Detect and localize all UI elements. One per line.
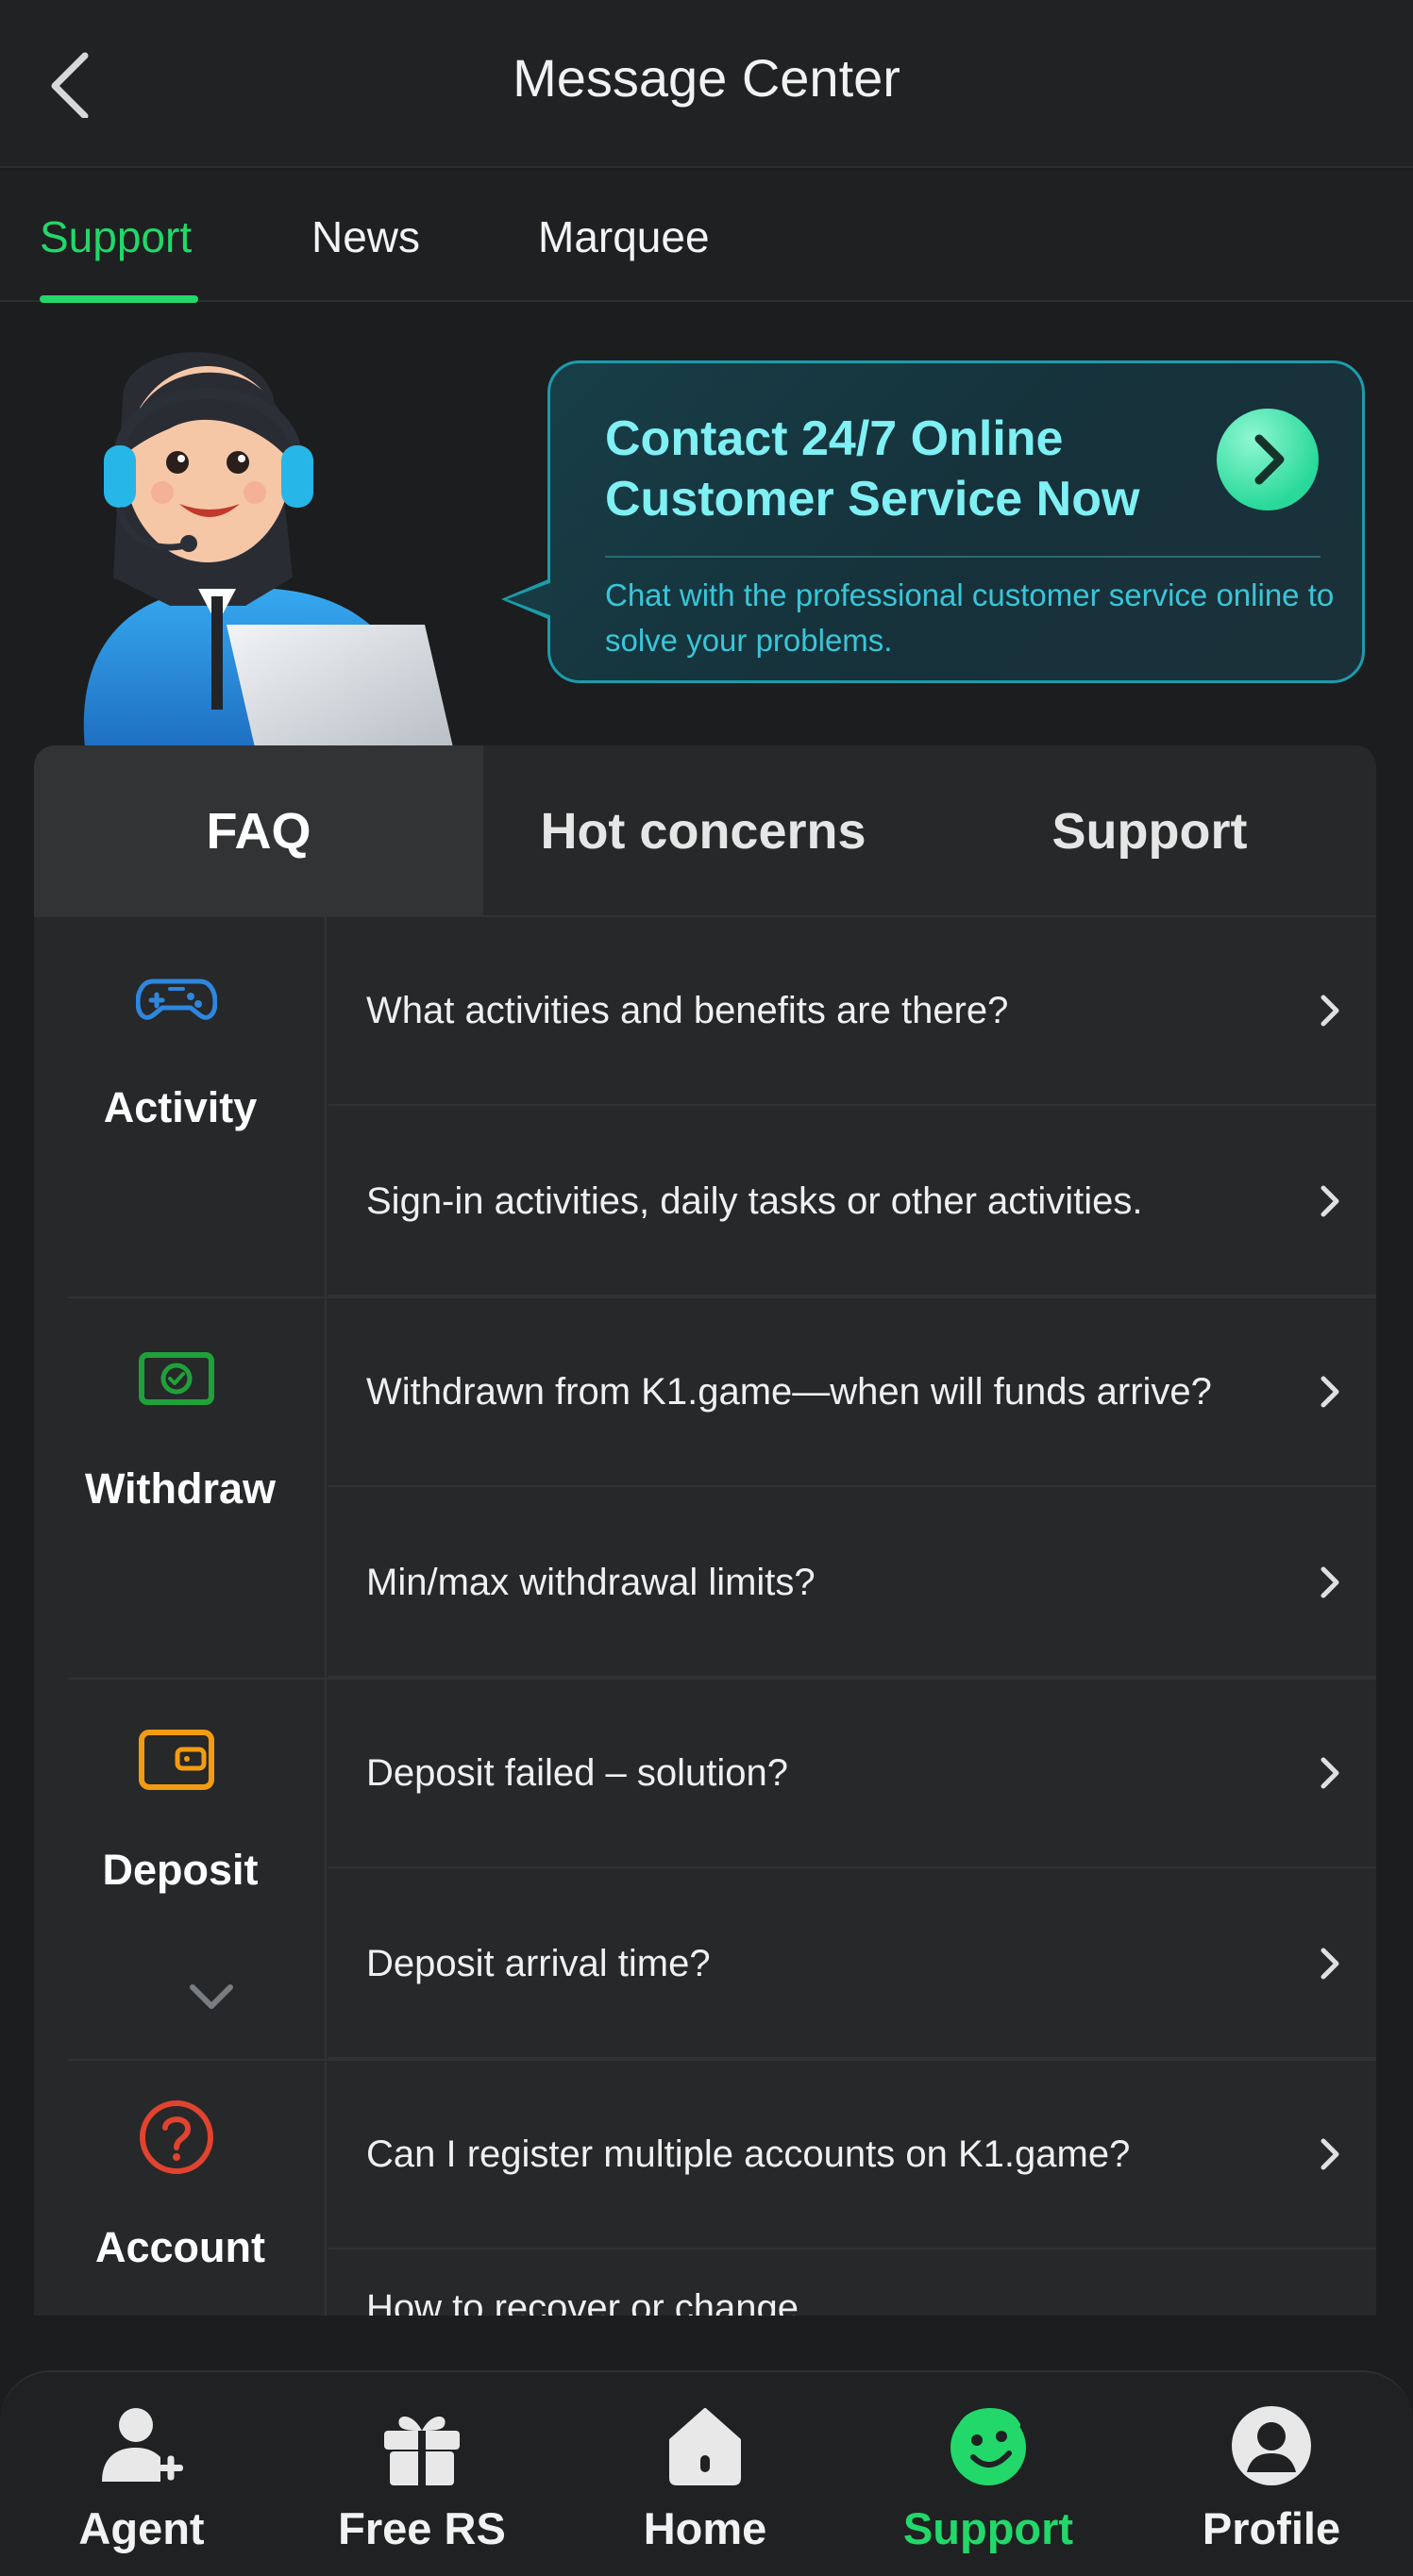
faq-tabs: FAQ Hot concerns Support: [34, 745, 1376, 917]
nav-free-rs[interactable]: Free RS: [280, 2372, 564, 2576]
question-row[interactable]: Sign-in activities, daily tasks or other…: [328, 1108, 1376, 1296]
category-label: Account: [95, 2223, 265, 2271]
tab-support-faq[interactable]: Support: [923, 745, 1376, 917]
support-agent-illustration: [83, 352, 453, 747]
chevron-right-icon: [1320, 1757, 1339, 1789]
category-label: Withdraw: [84, 1464, 277, 1513]
nav-label: Free RS: [338, 2503, 506, 2553]
chevron-right-icon: [1254, 434, 1285, 485]
category-account[interactable]: Account: [34, 2061, 327, 2316]
nav-home[interactable]: Home: [564, 2372, 847, 2576]
question-text: Can I register multiple accounts on K1.g…: [366, 2133, 1131, 2175]
tab-marquee[interactable]: Marquee: [538, 211, 710, 262]
active-tab-indicator: [40, 295, 198, 303]
nav-agent[interactable]: Agent: [0, 2372, 283, 2576]
question-row[interactable]: Withdrawn from K1.game—when will funds a…: [328, 1298, 1376, 1487]
nav-profile[interactable]: Profile: [1130, 2372, 1413, 2576]
bottom-nav: Agent Free RS Home Support Profile: [0, 2370, 1413, 2576]
category-withdraw[interactable]: Withdraw: [34, 1298, 327, 1678]
cash-icon: [139, 1352, 214, 1405]
chevron-right-icon: [1320, 1376, 1339, 1408]
question-text: Min/max withdrawal limits?: [366, 1562, 816, 1603]
page-title: Message Center: [513, 48, 900, 108]
tab-hot-concerns[interactable]: Hot concerns: [483, 745, 923, 917]
question-row[interactable]: Can I register multiple accounts on K1.g…: [328, 2061, 1376, 2250]
header-bar: Message Center: [0, 0, 1413, 168]
gamepad-icon: [136, 979, 217, 1020]
question-text: What activities and benefits are there?: [366, 990, 1009, 1031]
chevron-right-icon: [1320, 1566, 1339, 1598]
question-row[interactable]: What activities and benefits are there?: [328, 917, 1376, 1106]
chevron-right-icon: [1320, 2138, 1339, 2170]
question-text: Sign-in activities, daily tasks or other…: [366, 1180, 1143, 1222]
contact-description: Chat with the professional customer serv…: [605, 577, 1335, 658]
question-row[interactable]: Deposit arrival time?: [328, 1870, 1376, 2059]
nav-label: Profile: [1202, 2503, 1341, 2553]
chevron-right-icon: [1320, 995, 1339, 1027]
question-row[interactable]: Deposit failed – solution?: [328, 1680, 1376, 1868]
nav-label: Support: [902, 2503, 1074, 2553]
category-deposit[interactable]: Deposit: [34, 1680, 327, 2059]
nav-label: Home: [643, 2503, 767, 2553]
faq-panel: FAQ Hot concerns Support Activity What a…: [34, 745, 1376, 2316]
agent-icon: [102, 2408, 183, 2482]
contact-service-card[interactable]: Contact 24/7 Online Customer Service Now…: [501, 360, 1365, 683]
message-tabs: Support News Marquee: [0, 170, 1413, 303]
contact-title: Contact 24/7 Online Customer Service Now: [605, 411, 1140, 527]
home-icon: [669, 2408, 741, 2485]
chevron-right-icon: [1320, 1185, 1339, 1217]
contact-arrow-button[interactable]: [1217, 409, 1319, 510]
profile-icon: [1232, 2406, 1311, 2485]
category-label: Activity: [103, 1083, 258, 1131]
category-label: Deposit: [102, 1846, 259, 1894]
question-text: Deposit failed – solution?: [366, 1752, 788, 1794]
wallet-icon: [139, 1730, 214, 1790]
tab-support[interactable]: Support: [40, 211, 192, 262]
tab-news[interactable]: News: [311, 211, 420, 262]
gift-icon: [384, 2416, 460, 2485]
tab-faq[interactable]: FAQ: [34, 745, 483, 917]
nav-support[interactable]: Support: [847, 2372, 1130, 2576]
chevron-right-icon: [1320, 1948, 1339, 1980]
category-activity[interactable]: Activity: [34, 917, 327, 1296]
expand-chevron-down-icon[interactable]: [185, 1978, 238, 2016]
question-text: Deposit arrival time?: [366, 1943, 711, 1984]
nav-label: Agent: [78, 2503, 205, 2553]
question-row[interactable]: How to recover or change: [328, 2251, 1376, 2316]
question-text: How to recover or change: [366, 2287, 799, 2316]
customer-service-banner: Contact 24/7 Online Customer Service Now…: [0, 304, 1413, 747]
question-row[interactable]: Min/max withdrawal limits?: [328, 1489, 1376, 1678]
card-divider: [605, 556, 1320, 558]
support-icon: [950, 2408, 1026, 2485]
question-text: Withdrawn from K1.game—when will funds a…: [366, 1371, 1212, 1413]
question-circle-icon: [140, 2100, 213, 2174]
